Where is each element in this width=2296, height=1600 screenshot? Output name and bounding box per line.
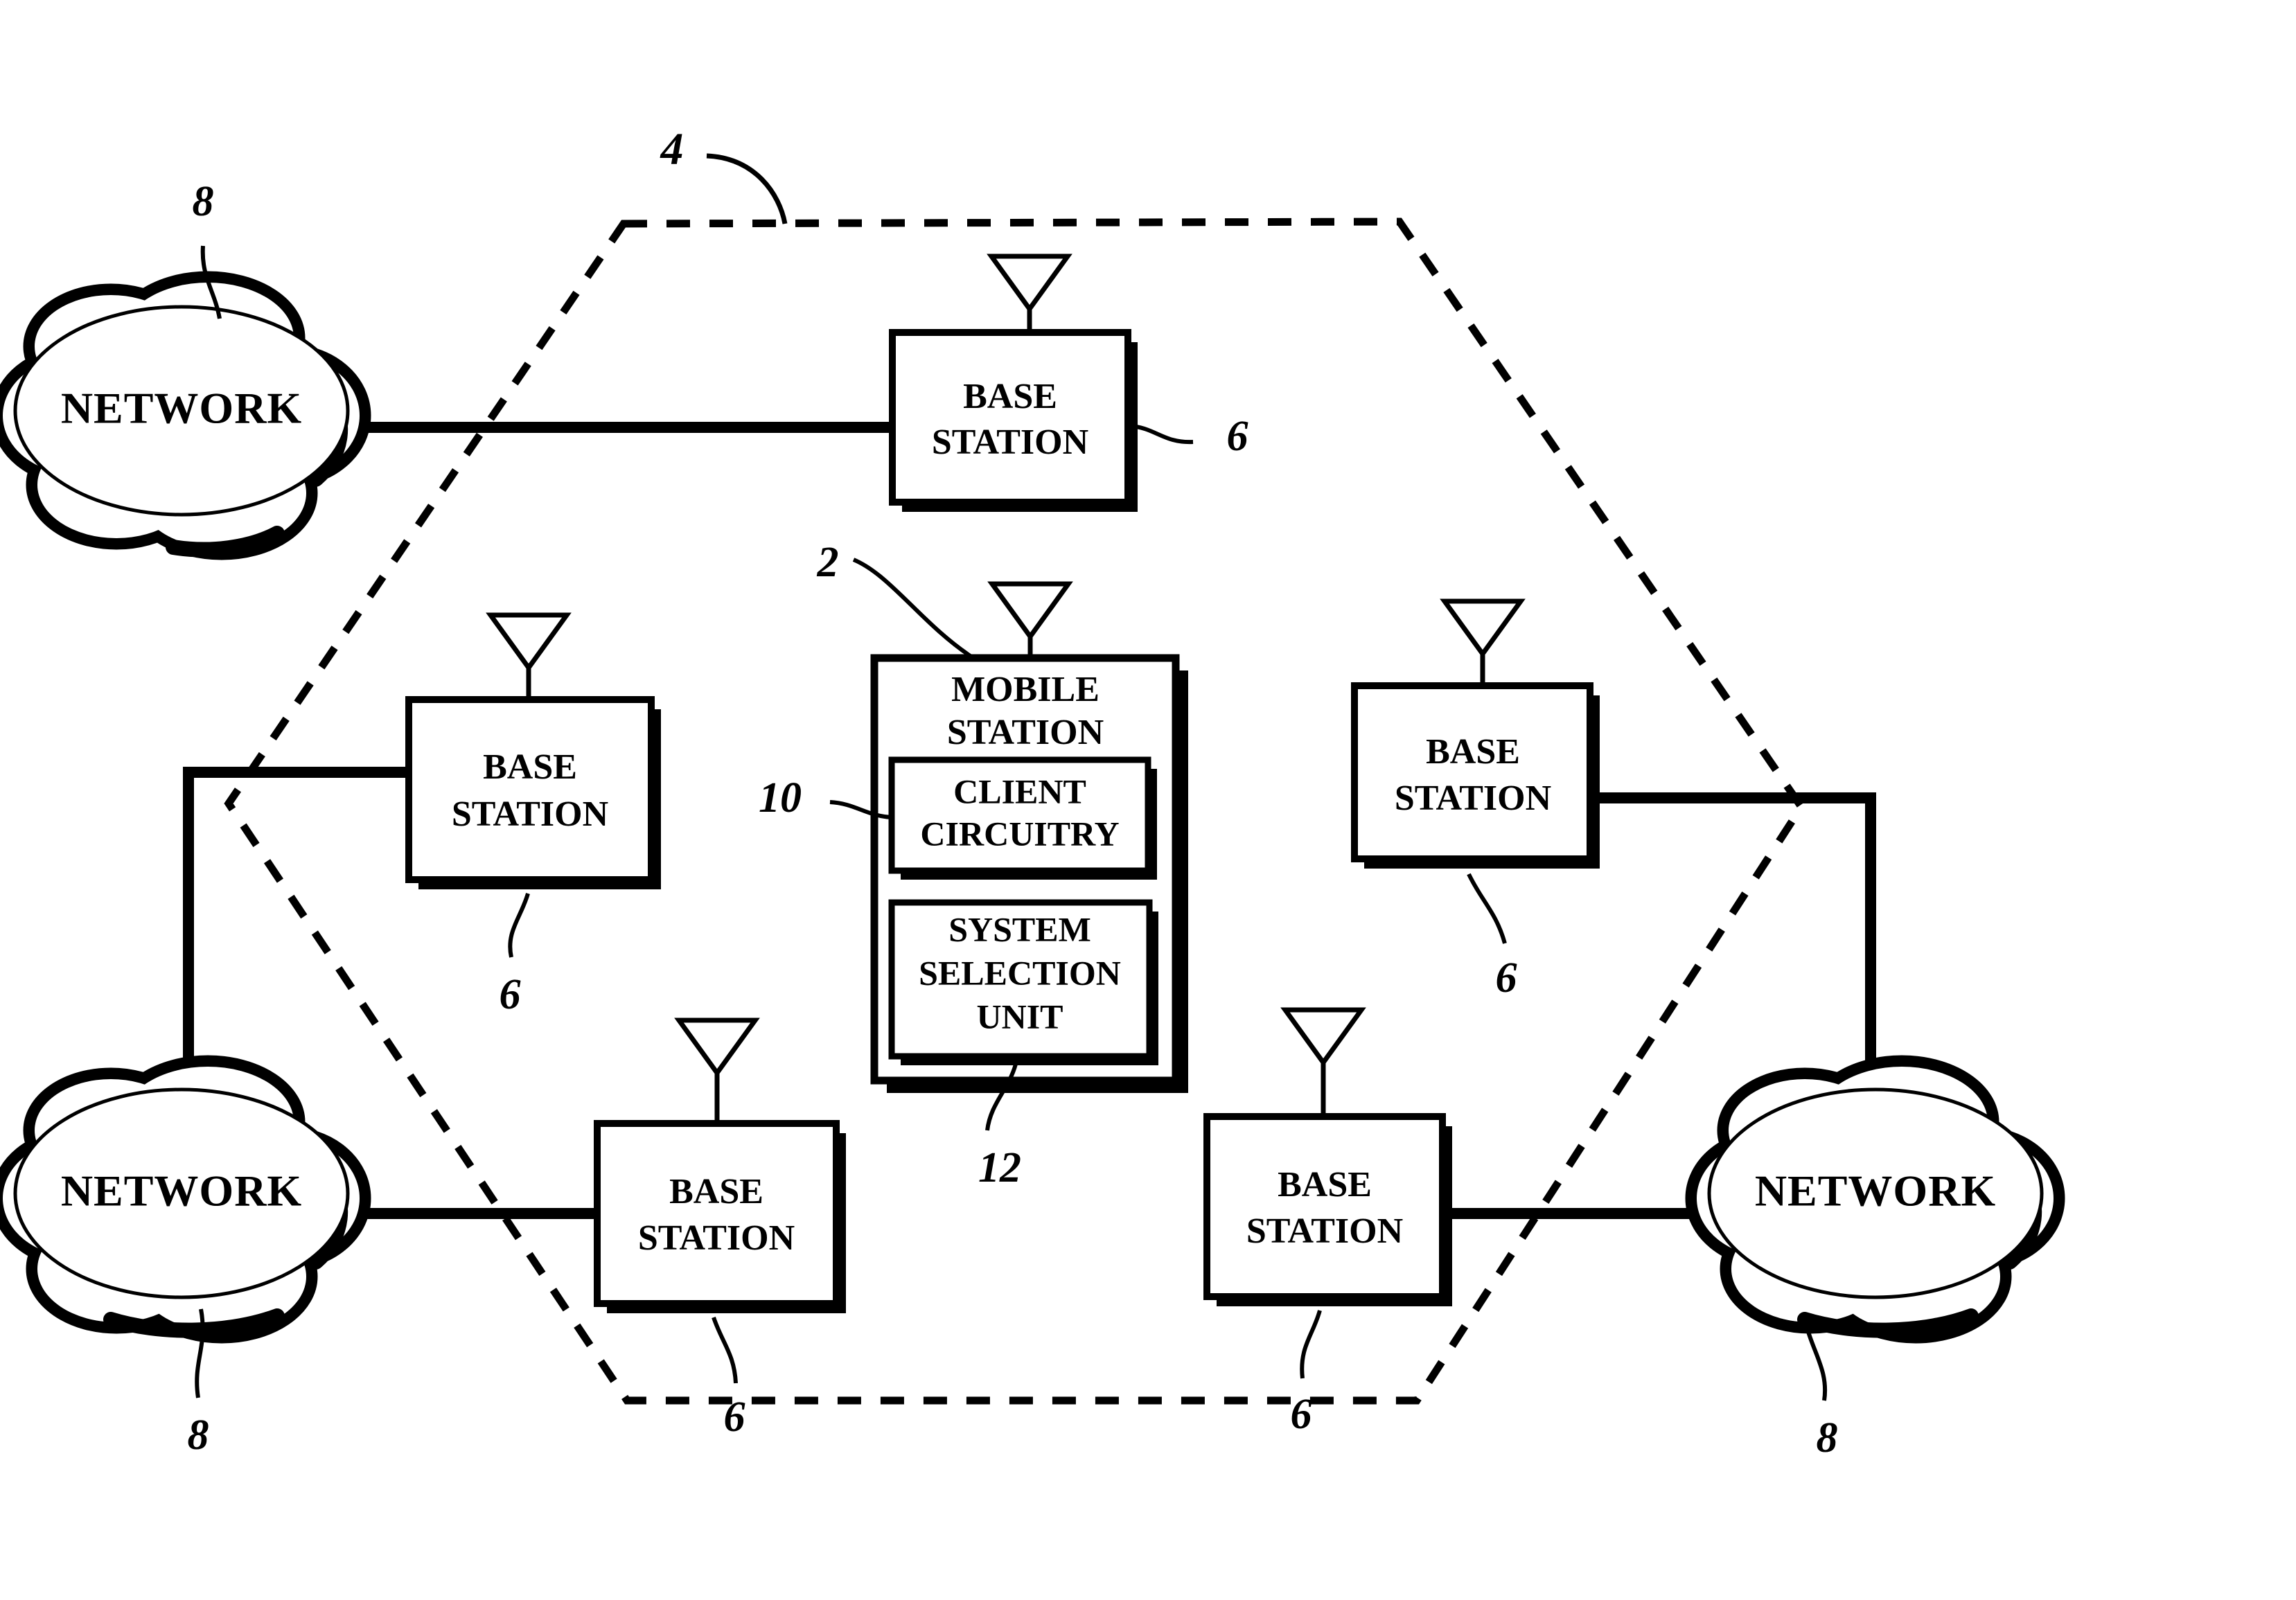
figure-svg: NETWORK 8 NETWORK 8 NETWORK 8 BASE STATI… — [0, 124, 2065, 1461]
ref-numeral-coverage-area: 4 — [660, 124, 684, 175]
base-station-label-line2: STATION — [1246, 1211, 1403, 1251]
antenna-triangle — [674, 1017, 760, 1077]
base-station-box[interactable] — [405, 696, 655, 883]
client-circuitry[interactable]: CLIENT CIRCUITRY 10 — [759, 756, 1157, 880]
system-selection-label-line2: SELECTION — [919, 953, 1121, 992]
ref-numeral-base-station-right: 6 — [1496, 954, 1517, 1002]
ref-numeral-base-station-left: 6 — [500, 971, 521, 1018]
patent-figure: NETWORK 8 NETWORK 8 NETWORK 8 BASE STATI… — [0, 0, 2296, 1600]
network-label: NETWORK — [1755, 1166, 1996, 1216]
leader-line-mobile-station — [852, 558, 973, 659]
base-station-box[interactable] — [594, 1120, 840, 1307]
base-station-label-line2: STATION — [452, 794, 608, 834]
leader-line-base-station-bottom-right — [1300, 1310, 1322, 1379]
ref-numeral-base-station-top: 6 — [1227, 413, 1248, 460]
base-station-box[interactable] — [889, 329, 1131, 506]
ref-numeral-network-bottomleft: 8 — [188, 1412, 209, 1459]
base-station-label-line1: BASE — [963, 377, 1057, 416]
base-station-box[interactable] — [1203, 1113, 1446, 1300]
system-selection-label-line3: UNIT — [976, 997, 1063, 1035]
base-station-label-line1: BASE — [669, 1172, 763, 1211]
system-selection-unit[interactable]: SYSTEM SELECTION UNIT 12 — [888, 899, 1158, 1191]
client-circuitry-label-line1: CLIENT — [953, 772, 1086, 810]
base-station-box[interactable] — [1351, 682, 1593, 862]
system-selection-label-line1: SYSTEM — [948, 909, 1091, 948]
base-station-label-line2: STATION — [638, 1218, 795, 1258]
base-station-left[interactable]: BASE STATION 6 — [405, 612, 661, 1018]
antenna-triangle — [1440, 598, 1526, 658]
antenna-triangle — [486, 612, 572, 672]
coverage-area-annotation: 4 — [660, 124, 788, 224]
base-station-bottom-right[interactable]: BASE STATION 6 — [1203, 1007, 1452, 1438]
network-cloud-bottom-left: NETWORK 8 — [0, 1055, 371, 1459]
ref-numeral-base-station-bottom-left: 6 — [724, 1394, 745, 1441]
leader-line-coverage-area — [706, 153, 788, 224]
base-station-bottom-left[interactable]: BASE STATION 6 — [594, 1017, 846, 1441]
network-label: NETWORK — [61, 384, 302, 433]
antenna-triangle — [987, 581, 1073, 641]
ref-numeral-mobile-station: 2 — [817, 539, 839, 586]
base-station-label-line1: BASE — [483, 747, 577, 787]
ref-numeral-network-topleft: 8 — [193, 178, 214, 225]
base-station-label-line1: BASE — [1426, 732, 1520, 772]
network-label: NETWORK — [61, 1166, 302, 1216]
ref-numeral-network-bottomright: 8 — [1817, 1414, 1838, 1461]
mobile-station-label-line2: STATION — [947, 713, 1104, 752]
base-station-right[interactable]: BASE STATION 6 — [1351, 598, 1600, 1002]
network-cloud-bottom-right: NETWORK 8 — [1685, 1055, 2065, 1461]
base-station-label-line2: STATION — [932, 423, 1088, 462]
leader-line-base-station-top — [1130, 424, 1194, 445]
antenna-triangle — [1280, 1007, 1366, 1067]
ref-numeral-client-circuitry: 10 — [759, 774, 802, 821]
network-cloud-top-left: NETWORK 8 — [0, 178, 371, 560]
mobile-station-label-line1: MOBILE — [951, 670, 1100, 709]
base-station-label-line1: BASE — [1278, 1165, 1372, 1205]
base-station-top[interactable]: BASE STATION 6 — [889, 254, 1248, 512]
client-circuitry-label-line2: CIRCUITRY — [920, 814, 1119, 853]
leader-line-base-station-left — [508, 893, 530, 958]
ref-numeral-base-station-bottom-right: 6 — [1291, 1391, 1312, 1438]
ref-numeral-system-selection-unit: 12 — [978, 1144, 1021, 1191]
antenna-triangle — [987, 254, 1072, 313]
leader-line-base-station-right — [1467, 873, 1507, 944]
leader-line-base-station-bottom-left — [712, 1317, 738, 1384]
mobile-station[interactable]: MOBILE STATION CLIENT CIRCUITRY 10 SYSTE… — [759, 539, 1188, 1191]
base-station-label-line2: STATION — [1395, 779, 1551, 818]
